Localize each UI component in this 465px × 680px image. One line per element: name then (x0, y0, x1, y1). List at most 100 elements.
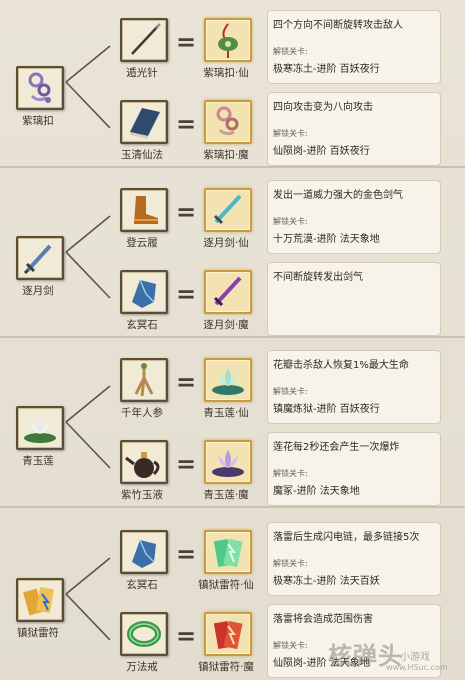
material-slot[interactable] (120, 18, 168, 62)
effect-card: 不间断旋转发出剑气 (267, 262, 441, 336)
material-label: 遁光针 (126, 67, 158, 79)
ginseng-icon (122, 360, 166, 400)
unlock-stages: 镇魔炼狱-进阶 百妖夜行 (273, 404, 380, 415)
sword-demon-icon (206, 272, 250, 312)
effect-text: 落雷将会造成范围伤害 (273, 614, 373, 625)
watermark-sub: 小游戏 (400, 652, 430, 663)
base-item-label: 青玉莲 (22, 455, 54, 467)
unlock-label: 解锁关卡: (273, 129, 308, 138)
result-slot[interactable] (204, 612, 252, 656)
material-label: 登云履 (126, 237, 158, 249)
result-label: 青玉莲·魔 (203, 489, 249, 501)
material-slot[interactable] (120, 100, 168, 144)
unlock-label: 解锁关卡: (273, 559, 308, 568)
effect-card: 花瓣击杀敌人恢复1%最大生命 解锁关卡: 镇魔炼狱-进阶 百妖夜行 (267, 350, 441, 424)
equals-sign: = (176, 540, 197, 568)
base-item-label: 紫璃扣 (22, 115, 54, 127)
purple-jade-pendant-icon (18, 68, 62, 108)
material-label: 千年人参 (121, 407, 163, 419)
section-divider (0, 336, 465, 338)
base-item-slot[interactable] (16, 406, 64, 450)
equals-sign: = (176, 368, 197, 396)
unlock-stages: 极寒冻土-进阶 法天百妖 (273, 576, 380, 587)
equals-sign: = (176, 28, 197, 56)
base-item-slot[interactable] (16, 236, 64, 280)
unlock-stages: 仙陨岗-进阶 百妖夜行 (273, 146, 370, 157)
effect-text: 发出一道威力强大的金色剑气 (273, 190, 403, 201)
section-purple-jade-pendant: 紫璃扣 遁光针 = 紫璃扣·仙 四个方向不间断旋转攻击敌人 解锁关卡: 极寒冻土… (0, 0, 465, 168)
material-slot[interactable] (120, 612, 168, 656)
equals-sign: = (176, 450, 197, 478)
material-slot[interactable] (120, 188, 168, 232)
result-slot[interactable] (204, 188, 252, 232)
material-slot[interactable] (120, 440, 168, 484)
result-label: 镇狱雷符·仙 (198, 579, 254, 591)
weapon-evolution-guide: 紫璃扣 遁光针 = 紫璃扣·仙 四个方向不间断旋转攻击敌人 解锁关卡: 极寒冻土… (0, 0, 465, 680)
result-label: 紫璃扣·仙 (203, 67, 249, 79)
effect-text: 花瓣击杀敌人恢复1%最大生命 (273, 360, 409, 371)
effect-text: 不间断旋转发出剑气 (273, 272, 363, 283)
equals-sign: = (176, 280, 197, 308)
material-label: 紫竹玉液 (121, 489, 163, 501)
effect-card: 发出一道威力强大的金色剑气 解锁关卡: 十万荒漠-进阶 法天象地 (267, 180, 441, 254)
blue-stone-icon (122, 532, 166, 572)
material-slot[interactable] (120, 358, 168, 402)
book-icon (122, 102, 166, 142)
material-label: 玉清仙法 (121, 149, 163, 161)
effect-text: 莲花每2秒还会产生一次爆炸 (273, 442, 400, 453)
section-divider (0, 506, 465, 508)
unlock-stages: 十万荒漠-进阶 法天象地 (273, 234, 380, 245)
section-jade-lotus: 青玉莲 千年人参 = 青玉莲·仙 花瓣击杀敌人恢复1%最大生命 解锁关卡: 镇魔… (0, 340, 465, 508)
unlock-label: 解锁关卡: (273, 47, 308, 56)
sword-immortal-icon (206, 190, 250, 230)
effect-text: 四向攻击变为八向攻击 (273, 102, 373, 113)
result-slot[interactable] (204, 18, 252, 62)
unlock-label: 解锁关卡: (273, 641, 308, 650)
result-label: 逐月剑·仙 (203, 237, 249, 249)
talisman-immortal-icon (206, 532, 250, 572)
base-item-slot[interactable] (16, 66, 64, 110)
lotus-icon (18, 408, 62, 448)
effect-card: 四个方向不间断旋转攻击敌人 解锁关卡: 极寒冻土-进阶 百妖夜行 (267, 10, 441, 84)
teapot-icon (122, 442, 166, 482)
base-item-slot[interactable] (16, 578, 64, 622)
result-slot[interactable] (204, 270, 252, 314)
result-label: 镇狱雷符·魔 (198, 661, 254, 673)
boot-icon (122, 190, 166, 230)
effect-card: 莲花每2秒还会产生一次爆炸 解锁关卡: 魔冢-进阶 法天象地 (267, 432, 441, 506)
needle-icon (122, 20, 166, 60)
effect-text: 四个方向不间断旋转攻击敌人 (273, 20, 403, 31)
effect-card: 落雷后生成闪电链，最多链接5次 解锁关卡: 极寒冻土-进阶 法天百妖 (267, 522, 441, 596)
equals-sign: = (176, 622, 197, 650)
talisman-demon-icon (206, 614, 250, 654)
jade-ring-icon (122, 614, 166, 654)
base-item-label: 镇狱雷符 (17, 627, 59, 639)
result-slot[interactable] (204, 358, 252, 402)
section-divider (0, 166, 465, 168)
pendant-immortal-icon (206, 20, 250, 60)
result-slot[interactable] (204, 530, 252, 574)
lotus-demon-icon (206, 442, 250, 482)
material-label: 玄冥石 (126, 579, 158, 591)
result-slot[interactable] (204, 440, 252, 484)
pendant-demon-icon (206, 102, 250, 142)
result-label: 逐月剑·魔 (203, 319, 249, 331)
result-slot[interactable] (204, 100, 252, 144)
unlock-label: 解锁关卡: (273, 469, 308, 478)
sword-icon (18, 238, 62, 278)
unlock-stages: 魔冢-进阶 法天象地 (273, 486, 360, 497)
material-label: 玄冥石 (126, 319, 158, 331)
blue-stone-icon (122, 272, 166, 312)
unlock-stages: 极寒冻土-进阶 百妖夜行 (273, 64, 380, 75)
material-label: 万法戒 (126, 661, 158, 673)
talisman-icon (18, 580, 62, 620)
unlock-label: 解锁关卡: (273, 217, 308, 226)
unlock-label: 解锁关卡: (273, 387, 308, 396)
lotus-immortal-icon (206, 360, 250, 400)
watermark-url: www.HSuc.com (386, 663, 448, 672)
equals-sign: = (176, 110, 197, 138)
result-label: 紫璃扣·魔 (203, 149, 249, 161)
material-slot[interactable] (120, 530, 168, 574)
material-slot[interactable] (120, 270, 168, 314)
equals-sign: = (176, 198, 197, 226)
